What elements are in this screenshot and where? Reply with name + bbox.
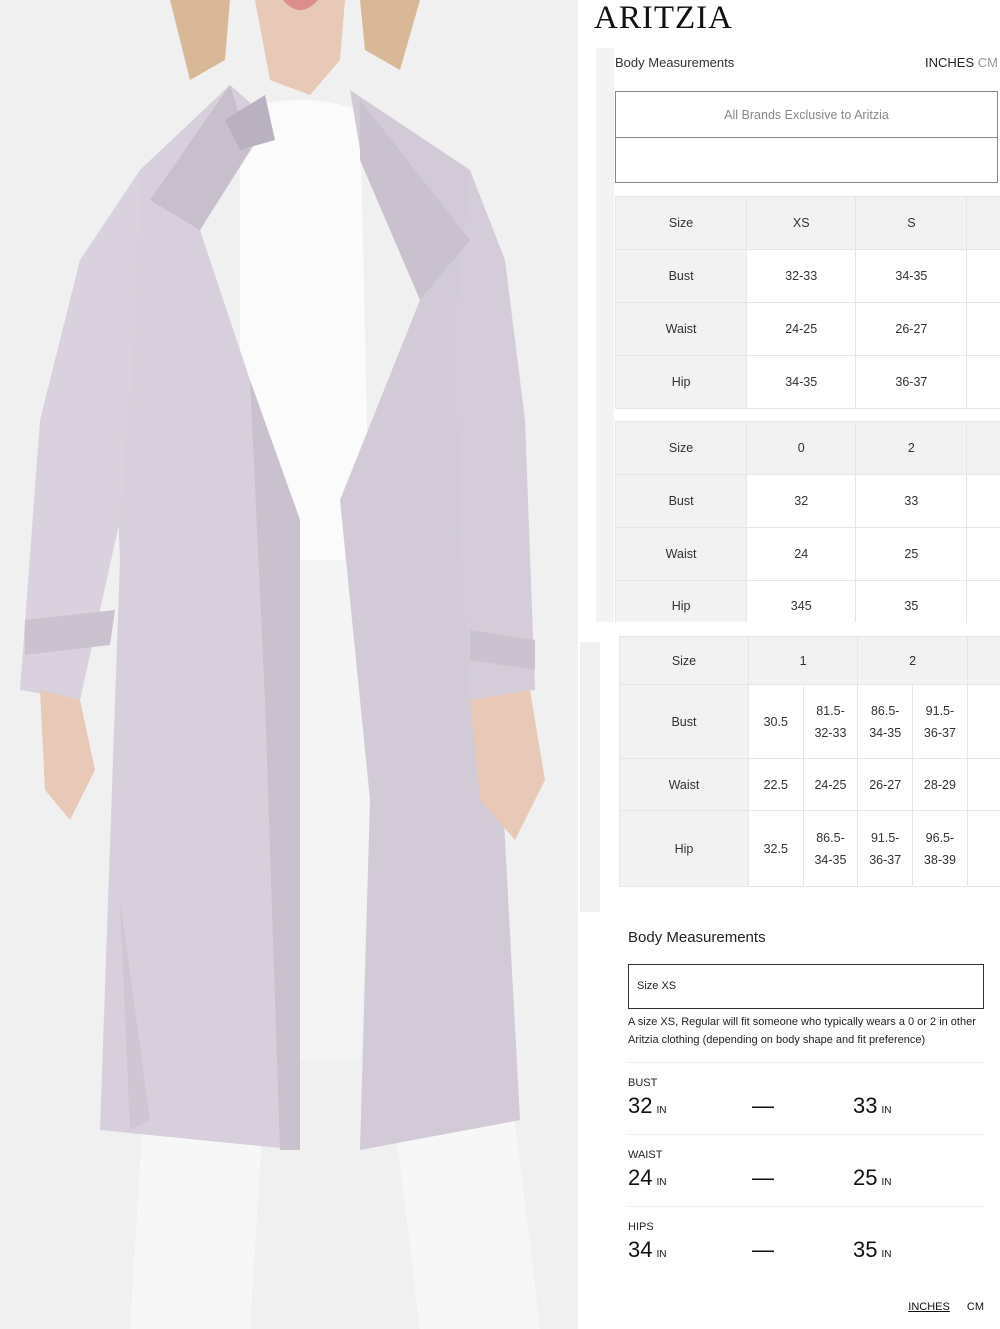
table-cell: 32-33 bbox=[746, 249, 857, 303]
size-description: A size XS, Regular will fit someone who … bbox=[628, 1016, 976, 1046]
table-cell: Size bbox=[614, 421, 748, 475]
table-cell bbox=[966, 302, 1000, 356]
table-cell: 22.5 bbox=[747, 758, 804, 811]
measurement-unit: IN bbox=[881, 1177, 892, 1188]
table-cell bbox=[966, 527, 1000, 581]
cm-toggle[interactable]: CM bbox=[978, 55, 998, 70]
measurement-label: BUST bbox=[628, 1077, 658, 1089]
range-separator: — bbox=[752, 1165, 774, 1190]
table-cell bbox=[966, 684, 1000, 759]
table-cell: 26-27 bbox=[855, 302, 968, 356]
table-cell: Bust bbox=[614, 249, 748, 303]
panel-shadow bbox=[580, 642, 600, 912]
table-cell: Hip bbox=[619, 810, 749, 887]
measurement-high-value: 35 bbox=[853, 1237, 878, 1262]
table-cell: 24 bbox=[746, 527, 857, 581]
measurement-unit: IN bbox=[881, 1105, 892, 1116]
range-separator: — bbox=[752, 1237, 774, 1262]
table-cell: 30.5 bbox=[747, 684, 804, 759]
measurement-high: 25 IN bbox=[853, 1165, 891, 1191]
measurement-unit: IN bbox=[656, 1105, 667, 1116]
table-cell bbox=[966, 421, 1000, 475]
table-cell: 1 bbox=[747, 636, 859, 685]
size-detail-title: Body Measurements bbox=[628, 929, 766, 946]
product-photo bbox=[0, 0, 578, 1329]
measurement-high: 35 IN bbox=[853, 1237, 891, 1263]
table-cell: Waist bbox=[614, 302, 748, 356]
measurement-low: 24 IN bbox=[628, 1165, 666, 1191]
measurement-unit: IN bbox=[656, 1249, 667, 1260]
table-cell: XS bbox=[746, 196, 857, 250]
size-table-numeric: Size 0 2 Bust 32 33 Waist 24 25 Hip 345 … bbox=[614, 421, 1000, 631]
table-cell: Size bbox=[619, 636, 749, 685]
table-cell: 32 bbox=[746, 474, 857, 528]
measurement-high: 33 IN bbox=[853, 1093, 891, 1119]
table-cell: 36-37 bbox=[855, 355, 968, 409]
measurement-unit: IN bbox=[656, 1177, 667, 1188]
measurement-low-value: 24 bbox=[628, 1165, 653, 1190]
table-cell: S bbox=[855, 196, 968, 250]
table-cell: 34-35 bbox=[746, 355, 857, 409]
table-cell: Bust bbox=[619, 684, 749, 759]
size-table-letter: Size XS S Bust 32-33 34-35 Waist 24-25 2… bbox=[614, 196, 1000, 409]
table-cell: 86.5- 34-35 bbox=[857, 684, 914, 759]
measurement-label: HIPS bbox=[628, 1221, 654, 1233]
table-cell bbox=[966, 758, 1000, 811]
table-cell: Waist bbox=[614, 527, 748, 581]
size-chart-panel: Body Measurements INCHES CM All Brands E… bbox=[596, 48, 1000, 631]
table-cell: 25 bbox=[855, 527, 968, 581]
measurement-low-value: 34 bbox=[628, 1237, 653, 1262]
table-cell: 96.5- 38-39 bbox=[912, 810, 968, 887]
table-cell: Size bbox=[614, 196, 748, 250]
table-cell: 24-25 bbox=[802, 758, 859, 811]
measurement-row-bust: BUST 32 IN — 33 IN bbox=[628, 1062, 984, 1134]
table-cell: 2 bbox=[857, 636, 968, 685]
table-cell: 33 bbox=[855, 474, 968, 528]
size-chart-cm-panel: Size 1 2 Bust 30.5 81.5- 32-33 86.5- 34-… bbox=[580, 622, 1000, 912]
table-cell bbox=[966, 249, 1000, 303]
table-cell: 91.5- 36-37 bbox=[857, 810, 914, 887]
inches-toggle[interactable]: INCHES bbox=[908, 1301, 950, 1313]
table-cell: 32.5 bbox=[747, 810, 804, 887]
inches-toggle[interactable]: INCHES bbox=[925, 55, 974, 70]
trench-coat-image bbox=[0, 0, 578, 1329]
table-cell: Waist bbox=[619, 758, 749, 811]
brand-selector-label: All Brands Exclusive to Aritzia bbox=[616, 92, 997, 138]
measurement-label: WAIST bbox=[628, 1149, 663, 1161]
table-cell: 28-29 bbox=[912, 758, 968, 811]
measurement-unit: IN bbox=[881, 1249, 892, 1260]
table-cell: 24-25 bbox=[746, 302, 857, 356]
table-cell: 0 bbox=[746, 421, 857, 475]
cm-toggle[interactable]: CM bbox=[967, 1301, 984, 1313]
measurements-title: Body Measurements bbox=[615, 55, 735, 70]
size-select[interactable]: Size XS bbox=[628, 964, 984, 1009]
size-detail-panel: Body Measurements Size XS A size XS, Reg… bbox=[612, 922, 1000, 1329]
measurement-low: 34 IN bbox=[628, 1237, 666, 1263]
measurement-row-hips: HIPS 34 IN — 35 IN bbox=[628, 1206, 984, 1278]
measurement-high-value: 33 bbox=[853, 1093, 878, 1118]
table-cell bbox=[966, 474, 1000, 528]
size-table-cm: Size 1 2 Bust 30.5 81.5- 32-33 86.5- 34-… bbox=[619, 636, 1000, 887]
table-cell bbox=[966, 810, 1000, 887]
table-cell: 81.5- 32-33 bbox=[802, 684, 859, 759]
measurement-high-value: 25 bbox=[853, 1165, 878, 1190]
table-cell: 34-35 bbox=[855, 249, 968, 303]
brand-logo: ARITZIA bbox=[594, 0, 733, 36]
table-cell: Hip bbox=[614, 355, 748, 409]
table-cell: 2 bbox=[855, 421, 968, 475]
measurement-low-value: 32 bbox=[628, 1093, 653, 1118]
table-cell bbox=[966, 636, 1000, 685]
unit-toggle-footer: INCHES CM bbox=[908, 1301, 984, 1313]
measurement-row-waist: WAIST 24 IN — 25 IN bbox=[628, 1134, 984, 1206]
table-cell bbox=[966, 196, 1000, 250]
measurement-low: 32 IN bbox=[628, 1093, 666, 1119]
table-cell: 26-27 bbox=[857, 758, 914, 811]
table-cell: 86.5- 34-35 bbox=[802, 810, 859, 887]
table-cell: Bust bbox=[614, 474, 748, 528]
range-separator: — bbox=[752, 1093, 774, 1118]
unit-toggle: INCHES CM bbox=[925, 55, 998, 70]
table-cell bbox=[966, 355, 1000, 409]
brand-selector[interactable]: All Brands Exclusive to Aritzia bbox=[615, 91, 998, 183]
table-cell: 91.5- 36-37 bbox=[912, 684, 968, 759]
